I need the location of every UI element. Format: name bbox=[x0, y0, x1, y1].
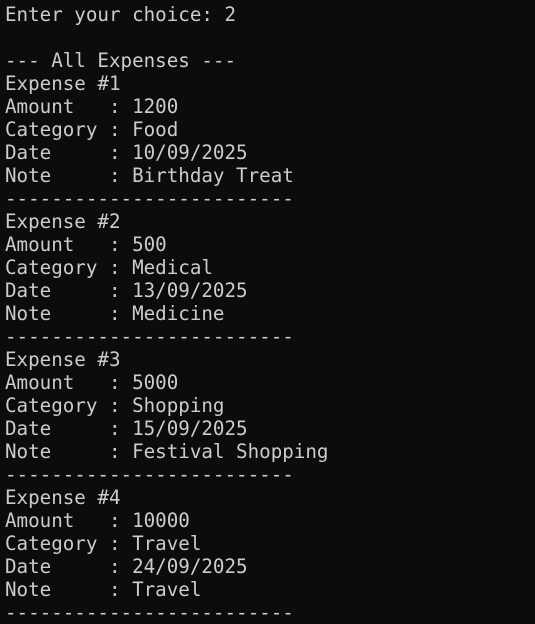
expense-category: Category : Travel bbox=[5, 532, 202, 555]
expense-title: Expense #4 bbox=[5, 486, 121, 509]
separator-line: ------------------------- bbox=[5, 463, 294, 486]
expense-entry-3: Expense #3 Amount : 5000 Category : Shop… bbox=[5, 348, 535, 486]
prompt-line: Enter your choice: 2 bbox=[5, 3, 237, 26]
expense-title: Expense #1 bbox=[5, 72, 121, 95]
expense-entry-2: Expense #2 Amount : 500 Category : Medic… bbox=[5, 210, 535, 348]
expense-entry-1: Expense #1 Amount : 1200 Category : Food… bbox=[5, 72, 535, 210]
expense-amount: Amount : 1200 bbox=[5, 95, 179, 118]
expense-category: Category : Food bbox=[5, 118, 179, 141]
expense-date: Date : 15/09/2025 bbox=[5, 417, 248, 440]
expense-category: Category : Shopping bbox=[5, 394, 225, 417]
expense-category: Category : Medical bbox=[5, 256, 213, 279]
expense-note: Note : Festival Shopping bbox=[5, 440, 329, 463]
expense-entry-4: Expense #4 Amount : 10000 Category : Tra… bbox=[5, 486, 535, 624]
expense-date: Date : 13/09/2025 bbox=[5, 279, 248, 302]
expense-title: Expense #2 bbox=[5, 210, 121, 233]
expense-date: Date : 24/09/2025 bbox=[5, 555, 248, 578]
expense-note: Note : Travel bbox=[5, 578, 202, 601]
separator-line: ------------------------- bbox=[5, 187, 294, 210]
terminal-window[interactable]: Enter your choice: 2 --- All Expenses --… bbox=[0, 0, 535, 624]
section-header: --- All Expenses --- bbox=[5, 49, 237, 72]
separator-line: ------------------------- bbox=[5, 601, 294, 624]
expense-amount: Amount : 10000 bbox=[5, 509, 190, 532]
expense-note: Note : Medicine bbox=[5, 302, 225, 325]
expense-amount: Amount : 500 bbox=[5, 233, 167, 256]
expense-note: Note : Birthday Treat bbox=[5, 164, 294, 187]
expense-date: Date : 10/09/2025 bbox=[5, 141, 248, 164]
expense-title: Expense #3 bbox=[5, 348, 121, 371]
expense-amount: Amount : 5000 bbox=[5, 371, 179, 394]
separator-line: ------------------------- bbox=[5, 325, 294, 348]
